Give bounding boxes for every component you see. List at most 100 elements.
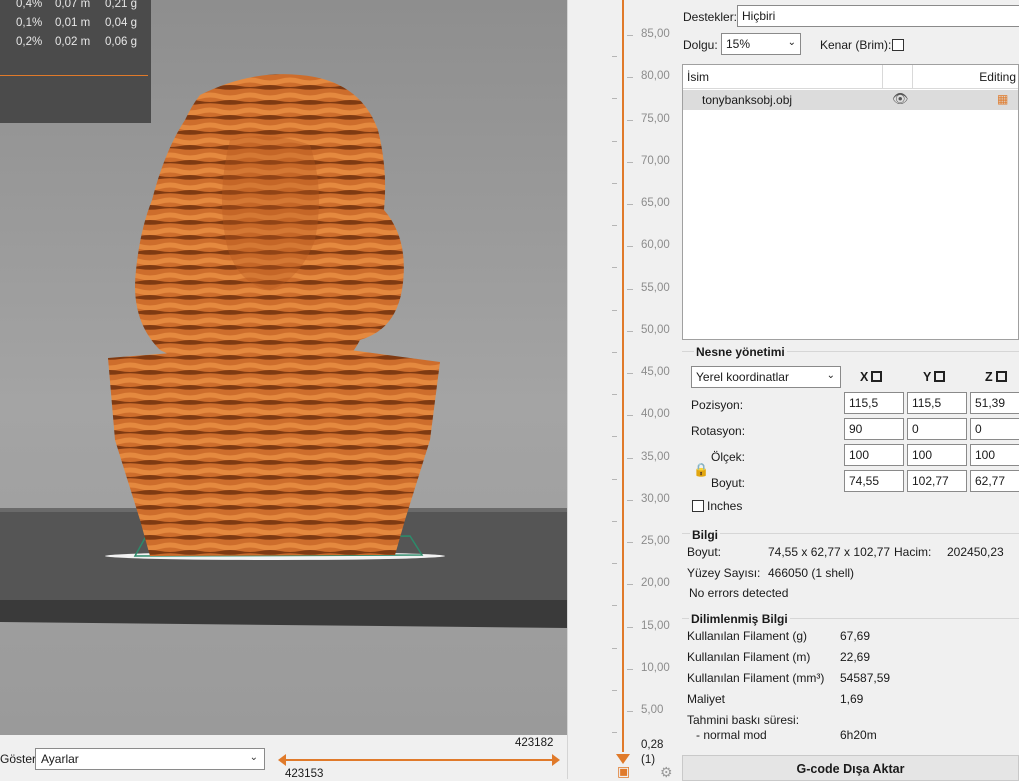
layer-tick-mark (627, 627, 633, 628)
supports-value: Hiçbiri (742, 9, 776, 23)
normal-mode-value: 6h20m (840, 728, 877, 742)
manipulation-input-x[interactable]: 100 (844, 444, 904, 466)
infill-dropdown[interactable]: 15% ⌄ (721, 33, 801, 55)
layer-tick-mark (627, 204, 633, 205)
layer-minor-tick (612, 479, 617, 480)
col-editing-label: Editing (979, 70, 1016, 84)
layer-minor-tick (612, 394, 617, 395)
layer-tick-mark (627, 373, 633, 374)
chevron-down-icon: ⌄ (826, 370, 835, 381)
col-visibility[interactable] (883, 65, 913, 89)
edit-icon[interactable]: ▦ (997, 92, 1008, 106)
layer-minor-tick (612, 563, 617, 564)
col-name[interactable]: İsim (683, 65, 883, 89)
layer-slider[interactable]: 85,00 80,00 75,00 70,00 65,00 60,00 55,00 50,00… (567, 0, 680, 781)
layer-tick-label: 75,00 (641, 113, 670, 125)
supports-dropdown[interactable]: Hiçbiri (737, 5, 1019, 27)
eye-icon[interactable]: 👁 (892, 91, 909, 107)
layer-minor-tick (612, 141, 617, 142)
layer-minor-tick (612, 98, 617, 99)
layer-tick-label: 10,00 (641, 662, 670, 674)
axis-x-button[interactable]: X (860, 370, 883, 384)
brim-checkbox[interactable] (892, 39, 904, 51)
inches-checkbox[interactable] (692, 500, 704, 512)
horizontal-slider[interactable] (274, 750, 564, 770)
layer-tick-mark (627, 331, 633, 332)
layer-minor-tick (612, 310, 617, 311)
layer-tick-mark (627, 162, 633, 163)
settings-panel: Destekler: Hiçbiri Dolgu: 15% ⌄ Kenar (B… (680, 0, 1019, 781)
infill-value: 15% (726, 37, 751, 51)
scale-lock-icon[interactable]: 🔒 (693, 462, 709, 478)
layer-tick-mark (627, 584, 633, 585)
object-manipulation-title: Nesne yönetimi (694, 345, 787, 359)
layer-tick-mark (627, 669, 633, 670)
object-row[interactable]: tonybanksobj.obj 👁 ▦ (683, 90, 1018, 110)
object-name: tonybanksobj.obj (702, 93, 793, 107)
layer-tick-label: 5,00 (641, 704, 664, 716)
axis-y-label: Y (923, 370, 932, 384)
chevron-down-icon: ⌄ (249, 752, 258, 763)
layer-minor-tick (612, 352, 617, 353)
layer-tick-mark (627, 415, 633, 416)
manipulation-input-z[interactable]: 62,77 (970, 470, 1019, 492)
sliced-info-value: 1,69 (840, 692, 864, 706)
axis-y-button[interactable]: Y (923, 370, 946, 384)
object-list[interactable]: İsim Editing tonybanksobj.obj 👁 ▦ (682, 64, 1019, 340)
layer-tick-label: 80,00 (641, 70, 670, 82)
export-gcode-button[interactable]: G-code Dışa Aktar (682, 755, 1019, 781)
lock-icon[interactable]: ▣ (617, 763, 630, 780)
layer-tick-mark (627, 542, 633, 543)
manipulation-input-y[interactable]: 115,5 (907, 392, 967, 414)
manipulation-input-y[interactable]: 100 (907, 444, 967, 466)
layer-tick-mark (627, 711, 633, 712)
drop-to-bed-icon (934, 371, 946, 382)
layer-tick-label: 65,00 (641, 197, 670, 209)
manipulation-input-x[interactable]: 115,5 (844, 392, 904, 414)
layer-tick-label: 25,00 (641, 535, 670, 547)
manipulation-row-label: Pozisyon: (691, 398, 744, 412)
stats-row: 0,4% 0,07 m 0,21 g (16, 0, 137, 10)
layer-tick-label: 30,00 (641, 493, 670, 505)
show-dropdown[interactable]: Ayarlar ⌄ (35, 748, 265, 770)
axis-x-label: X (860, 370, 869, 384)
manipulation-input-y[interactable]: 0 (907, 418, 967, 440)
manipulation-input-y[interactable]: 102,77 (907, 470, 967, 492)
layer-tick-label: 85,00 (641, 28, 670, 40)
manipulation-input-x[interactable]: 90 (844, 418, 904, 440)
layer-tick-label: 50,00 (641, 324, 670, 336)
layer-minor-tick (612, 225, 617, 226)
layer-bottom-index: (1) (641, 754, 656, 766)
coordinate-system-dropdown[interactable]: Yerel koordinatlar ⌄ (691, 366, 841, 388)
col-editing[interactable]: Editing (913, 65, 1019, 89)
group-divider (682, 533, 1019, 534)
manipulation-input-z[interactable]: 100 (970, 444, 1019, 466)
normal-mode-label: - normal mod (696, 728, 767, 742)
gear-icon[interactable]: ⚙ (660, 764, 673, 781)
stats-row: 0,2% 0,02 m 0,06 g (16, 36, 137, 48)
sliced-info-value: 67,69 (840, 629, 871, 643)
print-time-label: Tahmini baskı süresi: (687, 713, 800, 727)
layer-tick-mark (627, 500, 633, 501)
info-volume-value: 202450,23 (947, 545, 1004, 559)
sliced-info-label: Maliyet (687, 692, 726, 706)
layer-tick-label: 55,00 (641, 282, 670, 294)
manipulation-input-z[interactable]: 0 (970, 418, 1019, 440)
info-size-value: 74,55 x 62,77 x 102,77 (768, 545, 891, 559)
layer-tick-label: 70,00 (641, 155, 670, 167)
3d-viewport[interactable]: 0,4% 0,07 m 0,21 g 0,1% 0,01 m 0,04 g 0,… (0, 0, 567, 735)
axis-z-button[interactable]: Z (985, 370, 1007, 384)
sliced-info-title: Dilimlenmiş Bilgi (689, 612, 790, 626)
layer-slider-track[interactable] (608, 0, 638, 779)
axis-z-label: Z (985, 370, 993, 384)
show-dropdown-value: Ayarlar (41, 752, 79, 766)
layer-tick-label: 35,00 (641, 451, 670, 463)
manipulation-input-x[interactable]: 74,55 (844, 470, 904, 492)
h-slider-top-value: 423182 (515, 737, 554, 749)
layer-minor-tick (612, 521, 617, 522)
slice-stats-overlay: 0,4% 0,07 m 0,21 g 0,1% 0,01 m 0,04 g 0,… (0, 0, 151, 123)
layer-minor-tick (612, 732, 617, 733)
layer-tick-label: 60,00 (641, 239, 670, 251)
info-title: Bilgi (690, 528, 720, 542)
manipulation-input-z[interactable]: 51,39 (970, 392, 1019, 414)
